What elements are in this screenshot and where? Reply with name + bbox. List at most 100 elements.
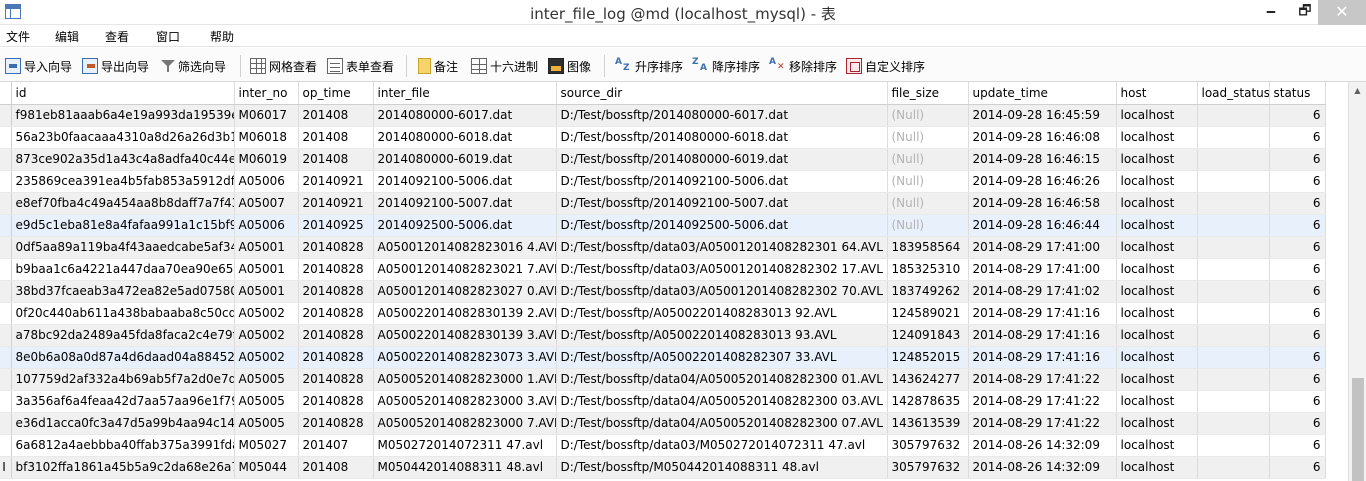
cell-load-status[interactable] xyxy=(1197,126,1270,149)
column-header-inter-file[interactable]: inter_file xyxy=(373,82,557,105)
cell-file-size[interactable]: 124589021 xyxy=(887,302,969,325)
cell-host[interactable]: localhost xyxy=(1116,192,1198,215)
row-header[interactable] xyxy=(0,434,12,457)
cell-file-size[interactable]: 185325310 xyxy=(887,258,969,281)
filter-wizard-button[interactable]: 筛选向导 xyxy=(161,57,226,75)
cell-op-time[interactable]: 20140828 xyxy=(298,302,374,325)
cell-inter-file[interactable]: A050052014082823000 1.AVL xyxy=(373,368,557,391)
cell-source-dir[interactable]: D:/Test/bossftp/data03/M050272014072311 … xyxy=(556,434,888,457)
hex-button[interactable]: 十六进制 xyxy=(471,57,538,75)
cell-update-time[interactable]: 2014-09-28 16:46:15 xyxy=(968,148,1117,171)
memo-button[interactable]: 备注 xyxy=(418,57,458,75)
cell-file-size[interactable]: (Null) xyxy=(887,214,969,237)
cell-id[interactable]: e36d1acca0fc3a47d5a99b4aa94c1482 xyxy=(11,412,235,435)
column-header-id[interactable]: id xyxy=(11,82,235,105)
cell-inter-file[interactable]: A050012014082823027 0.AVL xyxy=(373,280,557,303)
cell-op-time[interactable]: 20140828 xyxy=(298,280,374,303)
cell-id[interactable]: f981eb81aaab6a4e19a993da19539e0 xyxy=(11,104,235,127)
cell-inter-file[interactable]: M050442014088311 48.avl xyxy=(373,456,557,479)
cell-inter-no[interactable]: A05001 xyxy=(234,280,299,303)
row-header[interactable] xyxy=(0,346,12,369)
cell-source-dir[interactable]: D:/Test/bossftp/2014080000-6018.dat xyxy=(556,126,888,149)
cell-id[interactable]: e8ef70fba4c49a454aa8b8daff7a7f435 xyxy=(11,192,235,215)
row-header[interactable] xyxy=(0,280,12,303)
cell-host[interactable]: localhost xyxy=(1116,104,1198,127)
cell-status[interactable]: 6 xyxy=(1269,324,1326,347)
cell-inter-no[interactable]: A05005 xyxy=(234,368,299,391)
cell-status[interactable]: 6 xyxy=(1269,280,1326,303)
form-view-button[interactable]: 表单查看 xyxy=(327,57,394,75)
cell-op-time[interactable]: 201408 xyxy=(298,456,374,479)
cell-load-status[interactable] xyxy=(1197,324,1270,347)
column-header-op-time[interactable]: op_time xyxy=(298,82,374,105)
cell-source-dir[interactable]: D:/Test/bossftp/data04/A0500520140828230… xyxy=(556,368,888,391)
cell-host[interactable]: localhost xyxy=(1116,258,1198,281)
cell-file-size[interactable]: 143613539 xyxy=(887,412,969,435)
cell-update-time[interactable]: 2014-08-29 17:41:00 xyxy=(968,236,1117,259)
cell-update-time[interactable]: 2014-08-29 17:41:22 xyxy=(968,368,1117,391)
cell-source-dir[interactable]: D:/Test/bossftp/data04/A0500520140828230… xyxy=(556,412,888,435)
cell-op-time[interactable]: 201407 xyxy=(298,434,374,457)
cell-host[interactable]: localhost xyxy=(1116,126,1198,149)
row-header[interactable] xyxy=(0,236,12,259)
cell-op-time[interactable]: 20140828 xyxy=(298,390,374,413)
row-header[interactable] xyxy=(0,214,12,237)
cell-host[interactable]: localhost xyxy=(1116,324,1198,347)
cell-id[interactable]: 56a23b0faacaaa4310a8d26a26d3b17 xyxy=(11,126,235,149)
cell-host[interactable]: localhost xyxy=(1116,236,1198,259)
cell-inter-no[interactable]: A05006 xyxy=(234,170,299,193)
row-header[interactable] xyxy=(0,192,12,215)
cell-id[interactable]: b9baa1c6a4221a447daa70ea90e6513 xyxy=(11,258,235,281)
cell-file-size[interactable]: 183958564 xyxy=(887,236,969,259)
row-header[interactable] xyxy=(0,148,12,171)
cell-op-time[interactable]: 20140828 xyxy=(298,346,374,369)
table-row[interactable]: 873ce902a35d1a43c4a8adfa40c44e1 M06019 201… xyxy=(0,148,1326,171)
row-header[interactable] xyxy=(0,412,12,435)
cell-update-time[interactable]: 2014-08-26 14:32:09 xyxy=(968,434,1117,457)
cell-update-time[interactable]: 2014-08-26 14:32:09 xyxy=(968,456,1117,479)
cell-inter-no[interactable]: A05005 xyxy=(234,412,299,435)
cell-update-time[interactable]: 2014-08-29 17:41:22 xyxy=(968,390,1117,413)
cell-status[interactable]: 6 xyxy=(1269,368,1326,391)
column-header-source-dir[interactable]: source_dir xyxy=(556,82,888,105)
export-wizard-button[interactable]: 导出向导 xyxy=(82,57,149,75)
cell-inter-file[interactable]: A050052014082823000 7.AVL xyxy=(373,412,557,435)
cell-source-dir[interactable]: D:/Test/bossftp/2014080000-6019.dat xyxy=(556,148,888,171)
cell-file-size[interactable]: 124091843 xyxy=(887,324,969,347)
cell-load-status[interactable] xyxy=(1197,258,1270,281)
row-header[interactable]: I xyxy=(0,456,12,479)
cell-source-dir[interactable]: D:/Test/bossftp/2014092500-5006.dat xyxy=(556,214,888,237)
menu-edit[interactable]: 编辑 xyxy=(55,28,79,45)
cell-source-dir[interactable]: D:/Test/bossftp/2014092100-5006.dat xyxy=(556,170,888,193)
table-row[interactable]: 8e0b6a08a0d87a4d6daad04a884528 A05002 2014… xyxy=(0,346,1326,369)
cell-file-size[interactable]: 305797632 xyxy=(887,456,969,479)
cell-source-dir[interactable]: D:/Test/bossftp/data04/A0500520140828230… xyxy=(556,390,888,413)
cell-file-size[interactable]: (Null) xyxy=(887,126,969,149)
cell-id[interactable]: bf3102ffa1861a45b5a9c2da68e26a7e xyxy=(11,456,235,479)
cell-id[interactable]: 0f20c440ab611a438babaaba8c50cde xyxy=(11,302,235,325)
cell-inter-no[interactable]: A05001 xyxy=(234,236,299,259)
row-header[interactable] xyxy=(0,258,12,281)
scroll-up-icon[interactable]: ▲ xyxy=(1349,82,1366,99)
cell-file-size[interactable]: (Null) xyxy=(887,148,969,171)
cell-inter-no[interactable]: M06017 xyxy=(234,104,299,127)
table-row[interactable]: 6a6812a4aebbba40ffab375a3991fdac M05027 20… xyxy=(0,434,1326,457)
cell-id[interactable]: 107759d2af332a4b69ab5f7a2d0e7d6 xyxy=(11,368,235,391)
cell-status[interactable]: 6 xyxy=(1269,302,1326,325)
cell-id[interactable]: 235869cea391ea4b5fab853a5912dfac xyxy=(11,170,235,193)
cell-update-time[interactable]: 2014-09-28 16:46:58 xyxy=(968,192,1117,215)
cell-source-dir[interactable]: D:/Test/bossftp/data03/A0500120140828230… xyxy=(556,258,888,281)
cell-status[interactable]: 6 xyxy=(1269,236,1326,259)
cell-inter-file[interactable]: 2014080000-6017.dat xyxy=(373,104,557,127)
cell-host[interactable]: localhost xyxy=(1116,412,1198,435)
cell-id[interactable]: 8e0b6a08a0d87a4d6daad04a884528 xyxy=(11,346,235,369)
cell-status[interactable]: 6 xyxy=(1269,258,1326,281)
cell-host[interactable]: localhost xyxy=(1116,434,1198,457)
cell-status[interactable]: 6 xyxy=(1269,192,1326,215)
cell-status[interactable]: 6 xyxy=(1269,214,1326,237)
table-row[interactable]: e9d5c1eba81e8a4fafaa991a1c15bf9f A05006 20… xyxy=(0,214,1326,237)
column-header-inter-no[interactable]: inter_no xyxy=(234,82,299,105)
cell-id[interactable]: 38bd37fcaeab3a472ea82e5ad075800 xyxy=(11,280,235,303)
table-row[interactable]: b9baa1c6a4221a447daa70ea90e6513 A05001 201… xyxy=(0,258,1326,281)
cell-file-size[interactable]: (Null) xyxy=(887,104,969,127)
